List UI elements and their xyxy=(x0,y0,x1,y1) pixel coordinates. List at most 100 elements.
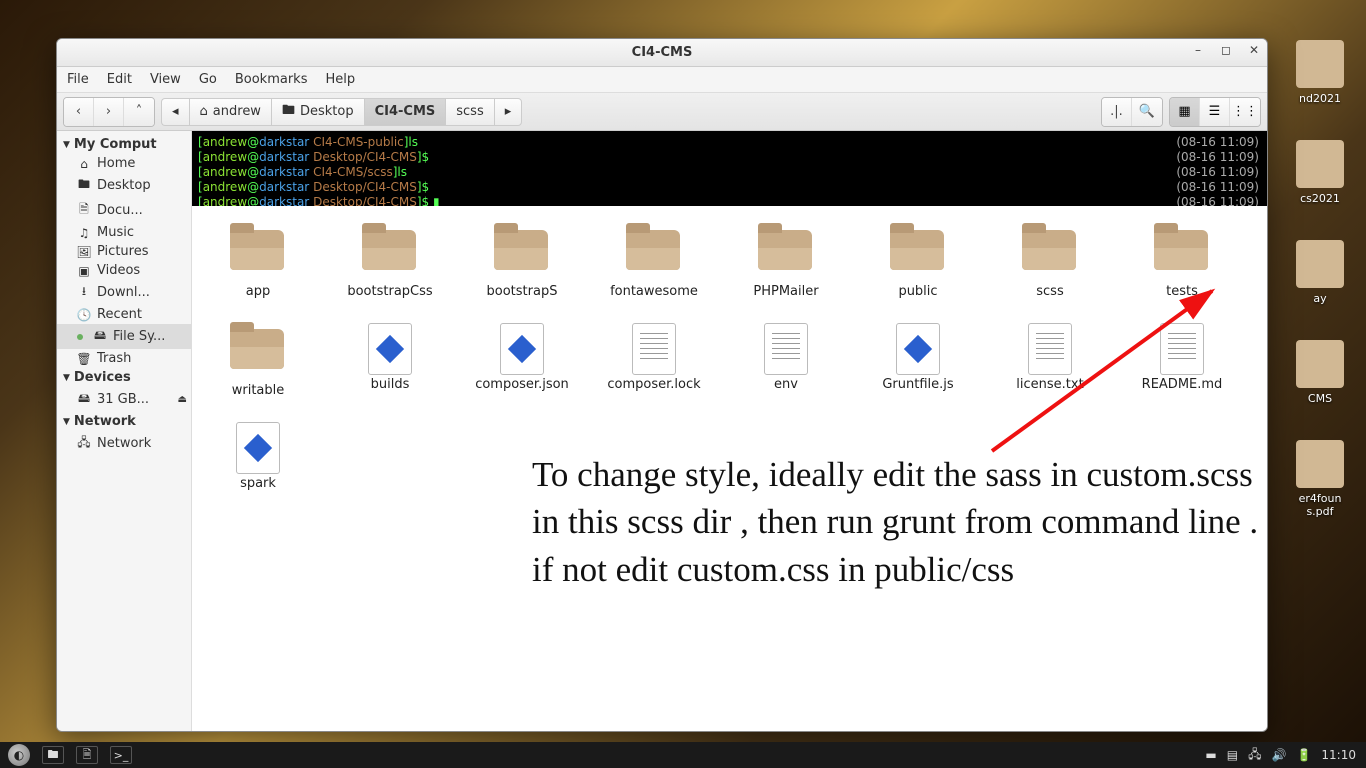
desktop-icon[interactable]: nd2021 xyxy=(1280,40,1360,105)
file-item-scss[interactable]: scss xyxy=(984,220,1116,319)
sidebar-item-pictures[interactable]: 🖼Pictures xyxy=(57,242,191,261)
view-mode-0[interactable]: ▦ xyxy=(1170,98,1200,126)
maximize-button[interactable]: ◻ xyxy=(1219,43,1233,57)
file-item-bootstraps[interactable]: bootstrapS xyxy=(456,220,588,319)
folder-icon xyxy=(1154,230,1208,270)
titlebar[interactable]: CI4-CMS – ◻ ✕ xyxy=(57,39,1267,67)
desktop-icon[interactable]: CMS xyxy=(1280,340,1360,405)
terminal-pane[interactable]: [andrew@darkstar CI4-CMS-public]ls(08-16… xyxy=(192,131,1267,206)
path-icon: 🖿 xyxy=(282,101,295,123)
file-manager-window: CI4-CMS – ◻ ✕ File Edit View Go Bookmarks Hel… xyxy=(56,38,1268,732)
search-button[interactable]: 🔍 xyxy=(1132,98,1162,126)
menu-help[interactable]: Help xyxy=(325,72,355,87)
file-item-public[interactable]: public xyxy=(852,220,984,319)
sidebar-item-icon: ♫ xyxy=(77,226,91,240)
sidebar-item-filesy[interactable]: 🖴File Sy... xyxy=(57,324,191,349)
sidebar-item-desktop[interactable]: 🖿Desktop xyxy=(57,173,191,198)
desktop-icon[interactable]: ay xyxy=(1280,240,1360,305)
desktop-icon[interactable]: cs2021 xyxy=(1280,140,1360,205)
tray-icon-1[interactable]: ▤ xyxy=(1227,748,1238,762)
view-mode-1[interactable]: ☰ xyxy=(1200,98,1230,126)
tray-icon-0[interactable]: ▬ xyxy=(1205,748,1216,762)
file-item-tests[interactable]: tests xyxy=(1116,220,1248,319)
start-menu-button[interactable]: ◐ xyxy=(8,744,30,766)
file-label: bootstrapS xyxy=(456,284,588,299)
sidebar-section-devices[interactable]: Devices xyxy=(57,368,191,387)
file-icon xyxy=(1028,323,1072,375)
pathbar: ◂⌂andrew🖿DesktopCI4-CMSscss▸ xyxy=(161,98,1095,126)
file-label: writable xyxy=(192,383,324,398)
file-label: env xyxy=(720,377,852,392)
sidebar-item-music[interactable]: ♫Music xyxy=(57,223,191,242)
file-label: bootstrapCss xyxy=(324,284,456,299)
taskbar-app-files[interactable]: 🖿 xyxy=(42,746,64,764)
sidebar-item-downl[interactable]: ⭳Downl... xyxy=(57,280,191,305)
tray-icon-4[interactable]: 🔋 xyxy=(1296,748,1311,762)
path-segment-scss[interactable]: scss xyxy=(445,98,493,126)
menu-bookmarks[interactable]: Bookmarks xyxy=(235,72,308,87)
file-item-readme-md[interactable]: README.md xyxy=(1116,319,1248,418)
nav-forward-button[interactable]: › xyxy=(94,98,124,126)
path-segment-5[interactable]: ▸ xyxy=(494,98,523,126)
path-segment-CI4-CMS[interactable]: CI4-CMS xyxy=(364,98,446,126)
menu-view[interactable]: View xyxy=(150,72,181,87)
sidebar-item-home[interactable]: ⌂Home xyxy=(57,154,191,173)
taskbar-app-terminal[interactable]: >_ xyxy=(110,746,132,764)
file-label: PHPMailer xyxy=(720,284,852,299)
folder-icon xyxy=(758,230,812,270)
eject-icon[interactable]: ⏏ xyxy=(178,394,187,405)
file-icon xyxy=(896,323,940,375)
nav-up-button[interactable]: ˄ xyxy=(124,98,154,126)
sidebar-item-trash[interactable]: 🗑Trash xyxy=(57,349,191,368)
tray-icon-3[interactable]: 🔊 xyxy=(1272,748,1287,762)
file-item-phpmailer[interactable]: PHPMailer xyxy=(720,220,852,319)
sidebar-item-recent[interactable]: 🕓Recent xyxy=(57,305,191,324)
folder-icon xyxy=(1022,230,1076,270)
sidebar-item-videos[interactable]: ▣Videos xyxy=(57,261,191,280)
sidebar-item-network[interactable]: 🖧Network xyxy=(57,431,191,456)
sidebar-item-icon: 🖴 xyxy=(77,389,91,410)
sidebar-section-network[interactable]: Network xyxy=(57,412,191,431)
path-segment-Desktop[interactable]: 🖿Desktop xyxy=(271,98,364,126)
file-label: fontawesome xyxy=(588,284,720,299)
minimize-button[interactable]: – xyxy=(1191,43,1205,57)
path-entry-toggle[interactable]: .|. xyxy=(1102,98,1132,126)
nav-back-button[interactable]: ‹ xyxy=(64,98,94,126)
file-item-app[interactable]: app xyxy=(192,220,324,319)
annotation-text: To change style, ideally edit the sass i… xyxy=(532,451,1267,593)
clock[interactable]: 11:10 xyxy=(1321,748,1356,762)
file-item-bootstrapcss[interactable]: bootstrapCss xyxy=(324,220,456,319)
tray-icon-2[interactable]: 🖧 xyxy=(1248,745,1261,766)
sidebar-item-icon: 🖿 xyxy=(77,175,91,196)
folder-icon xyxy=(626,230,680,270)
file-icon xyxy=(764,323,808,375)
menu-edit[interactable]: Edit xyxy=(107,72,132,87)
file-label: tests xyxy=(1116,284,1248,299)
file-item-gruntfile-js[interactable]: Gruntfile.js xyxy=(852,319,984,418)
sidebar-item-docu[interactable]: 🗎Docu... xyxy=(57,198,191,223)
close-button[interactable]: ✕ xyxy=(1247,43,1261,57)
menu-go[interactable]: Go xyxy=(199,72,217,87)
file-item-writable[interactable]: writable xyxy=(192,319,324,418)
file-item-composer-lock[interactable]: composer.lock xyxy=(588,319,720,418)
sidebar-item-icon: 🖼 xyxy=(77,245,91,259)
folder-icon xyxy=(890,230,944,270)
file-item-fontawesome[interactable]: fontawesome xyxy=(588,220,720,319)
sidebar-section-computer[interactable]: My Comput xyxy=(57,135,191,154)
file-item-license-txt[interactable]: license.txt xyxy=(984,319,1116,418)
file-item-builds[interactable]: builds xyxy=(324,319,456,418)
desktop-icon[interactable]: er4founs.pdf xyxy=(1280,440,1360,518)
file-label: composer.lock xyxy=(588,377,720,392)
taskbar-app-editor[interactable]: 🗎 xyxy=(76,746,98,764)
sidebar-item-icon: ⭳ xyxy=(77,282,91,303)
file-item-spark[interactable]: spark xyxy=(192,418,324,511)
file-item-composer-json[interactable]: composer.json xyxy=(456,319,588,418)
file-item-env[interactable]: env xyxy=(720,319,852,418)
path-segment-andrew[interactable]: ⌂andrew xyxy=(189,98,271,126)
file-label: builds xyxy=(324,377,456,392)
sidebar-item-31gb[interactable]: 🖴31 GB...⏏ xyxy=(57,387,191,412)
view-mode-2[interactable]: ⋮⋮ xyxy=(1230,98,1260,126)
path-segment-0[interactable]: ◂ xyxy=(161,98,189,126)
sidebar-item-icon: ▣ xyxy=(77,264,91,278)
menu-file[interactable]: File xyxy=(67,72,89,87)
